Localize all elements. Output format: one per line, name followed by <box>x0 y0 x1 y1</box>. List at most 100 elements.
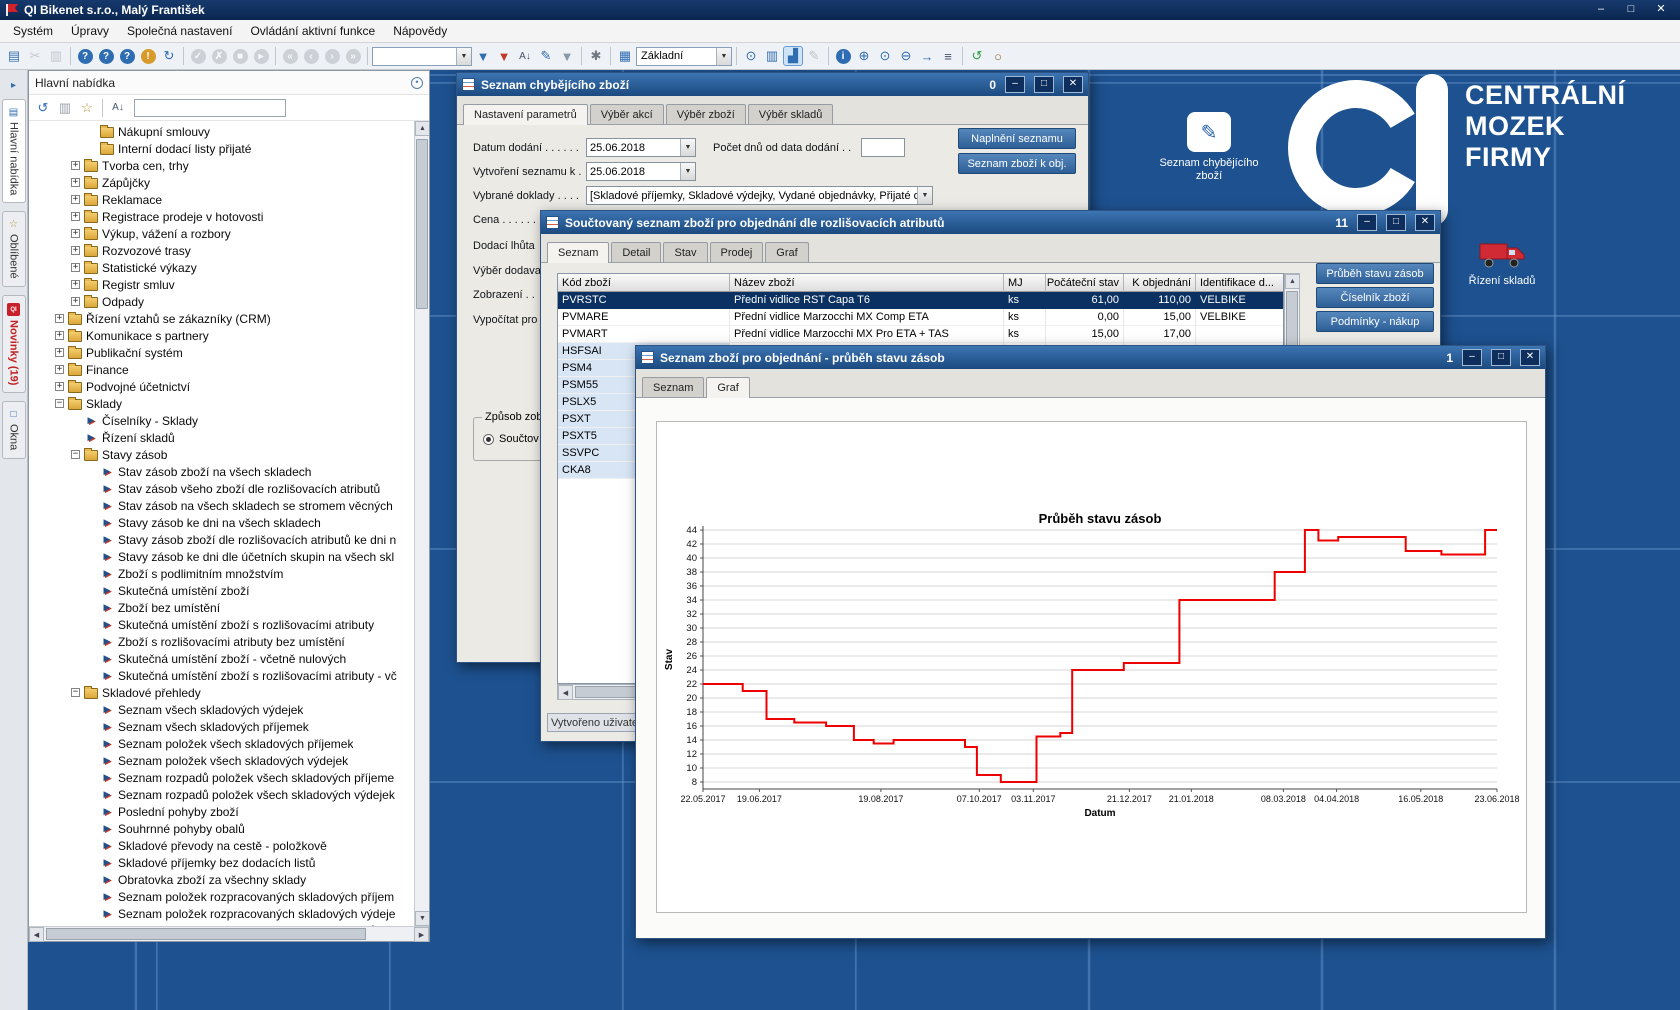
chevron-down-icon[interactable]: ▼ <box>456 48 471 65</box>
app-titlebar[interactable]: QI Bikenet s.r.o., Malý František – □ ✕ <box>0 0 1680 20</box>
detail-icon[interactable]: ▸ <box>251 46 271 66</box>
tree-item[interactable]: ▶Zboží s podlimitním množstvím <box>29 565 429 582</box>
collapse-icon[interactable]: − <box>71 450 80 459</box>
table-row[interactable]: PVMAREPřední vidlice Marzocchi MX Comp E… <box>558 309 1283 326</box>
pocet-dnu-input[interactable] <box>861 138 905 157</box>
chevron-down-icon[interactable]: ▼ <box>680 139 695 156</box>
column-header[interactable]: Počáteční stav <box>1046 274 1124 292</box>
last-record-icon[interactable]: » <box>343 46 363 66</box>
window1-tab-2[interactable]: Výběr zboží <box>666 104 746 124</box>
expand-icon[interactable]: + <box>71 280 80 289</box>
tree-item[interactable]: ▶Skladové převody na cestě - položkově <box>29 837 429 854</box>
podminky-nakup-button[interactable]: Podmínky - nákup <box>1316 311 1434 332</box>
tree-item[interactable]: ▶Stav zásob všeho zboží dle rozlišovacíc… <box>29 480 429 497</box>
chart-view-icon[interactable]: ▟ <box>783 46 803 66</box>
column-header[interactable]: Kód zboží <box>558 274 730 292</box>
maximize-button[interactable]: □ <box>1034 76 1054 93</box>
shortcut-seznam-chybejiciho-zbozi[interactable]: ✎ Seznam chybějícího zboží <box>1153 112 1265 183</box>
window2-titlebar[interactable]: Součtovaný seznam zboží pro objednání dl… <box>541 211 1440 234</box>
tree-search-input[interactable] <box>134 99 286 117</box>
column-header[interactable]: Název zboží <box>730 274 1004 292</box>
copy-icon[interactable]: ▥ <box>46 46 66 66</box>
collapse-icon[interactable]: − <box>71 688 80 697</box>
tree-item[interactable]: +Statistické výkazy <box>29 259 429 276</box>
tree-item[interactable]: ▶Seznam všech skladových příjemek <box>29 718 429 735</box>
scroll-left-icon[interactable]: ◀ <box>29 927 44 942</box>
tree-item[interactable]: ▶Seznam položek všech skladových výdejek <box>29 752 429 769</box>
tree-item[interactable]: −Stavy zásob <box>29 446 429 463</box>
print-icon[interactable]: ≡ <box>938 46 958 66</box>
tree-item[interactable]: ▶Zboží bez umístění <box>29 599 429 616</box>
tree-item[interactable]: ▶Skutečná umístění zboží - včetně nulový… <box>29 650 429 667</box>
favorites-star-icon[interactable]: ☆ <box>77 98 97 118</box>
expand-icon[interactable]: + <box>55 382 64 391</box>
info-icon[interactable]: i <box>833 46 853 66</box>
sync-icon[interactable]: ↺ <box>967 46 987 66</box>
news-bell-icon[interactable]: ! <box>138 46 158 66</box>
chevron-down-icon[interactable]: ▼ <box>680 163 695 180</box>
tree-item[interactable]: ▶Stavy zásob ke dni na všech skladech <box>29 514 429 531</box>
prubeh-stavu-zasob-button[interactable]: Průběh stavu zásob <box>1316 263 1434 284</box>
new-record-icon[interactable]: ▤ <box>4 46 24 66</box>
tree-item[interactable]: +Reklamace <box>29 191 429 208</box>
filter-settings-icon[interactable]: ▼ <box>557 46 577 66</box>
radio-selected-icon[interactable] <box>483 434 494 445</box>
tree-item[interactable]: ▶Obratovka zboží za všechny sklady <box>29 871 429 888</box>
window3-tab-0[interactable]: Seznam <box>642 377 704 397</box>
tree-item[interactable]: +Registr smluv <box>29 276 429 293</box>
quick-search-combo[interactable]: ▼ <box>372 47 472 66</box>
cancel-icon[interactable]: ✗ <box>209 46 229 66</box>
souctovany-radio[interactable]: Součtov <box>483 433 539 445</box>
expand-icon[interactable]: + <box>55 365 64 374</box>
tree-item[interactable]: ▶Poslední pohyby zboží <box>29 803 429 820</box>
sort-icon[interactable]: A↓ <box>515 46 535 66</box>
tree-item[interactable]: ▶Zboží s rozlišovacími atributy bez umís… <box>29 633 429 650</box>
menu-item-1[interactable]: Úpravy <box>62 21 118 41</box>
tree-item[interactable]: ▶Číselníky - Sklady <box>29 412 429 429</box>
filter-cancel-icon[interactable]: ▼ <box>494 46 514 66</box>
table-row[interactable]: PVMARTPřední vidlice Marzocchi MX Pro ET… <box>558 326 1283 343</box>
scrollbar-thumb[interactable] <box>46 928 366 940</box>
tree-item[interactable]: ▶Seznam položek rozpracovaných skladovýc… <box>29 888 429 905</box>
tree-item[interactable]: ▶Řízení skladů <box>29 429 429 446</box>
collapse-icon[interactable]: − <box>55 399 64 408</box>
datum-dodani-combo[interactable]: 25.06.2018 ▼ <box>586 138 696 157</box>
prev-record-icon[interactable]: ‹ <box>301 46 321 66</box>
tree-item[interactable]: −Skladové přehledy <box>29 684 429 701</box>
stop-icon[interactable]: ■ <box>230 46 250 66</box>
context-help-icon[interactable]: ? <box>96 46 116 66</box>
refresh-view-icon[interactable]: ↻ <box>159 46 179 66</box>
expand-icon[interactable]: + <box>71 246 80 255</box>
vybrane-doklady-combo[interactable]: [Skladové příjemky, Skladové výdejky, Vy… <box>586 186 933 205</box>
edit-view-icon[interactable]: ✎ <box>804 46 824 66</box>
window2-tab-2[interactable]: Stav <box>663 242 707 262</box>
sort-az-icon[interactable]: A↓ <box>108 98 128 118</box>
seznam-zbozi-k-obj-button[interactable]: Seznam zboží k obj. <box>958 153 1076 174</box>
table-row[interactable]: PVRSTCPřední vidlice RST Capa T6ks61,001… <box>558 292 1283 309</box>
chevron-down-icon[interactable]: ▼ <box>716 48 731 65</box>
tree-item[interactable]: +Řízení vztahů se zákazníky (CRM) <box>29 310 429 327</box>
tree-item[interactable]: ▶Stavy zásob ke dni dle účetních skupin … <box>29 548 429 565</box>
tree-item[interactable]: ▶Skutečná umístění zboží <box>29 582 429 599</box>
tree-item[interactable]: ▶Seznam rozpadů položek všech skladových… <box>29 769 429 786</box>
tree-item[interactable]: +Výkup, vážení a rozbory <box>29 225 429 242</box>
view-grid-icon[interactable]: ▦ <box>615 46 635 66</box>
tree-horizontal-scrollbar[interactable]: ◀ ▶ <box>29 926 429 941</box>
tree-item[interactable]: ▶Skladové příjemky bez dodacích listů <box>29 854 429 871</box>
web-view-icon[interactable]: ⊙ <box>741 46 761 66</box>
chevron-down-icon[interactable]: ▼ <box>917 187 932 204</box>
menu-item-4[interactable]: Nápovědy <box>384 21 456 41</box>
tree-item[interactable]: +Tvorba cen, trhy <box>29 157 429 174</box>
tree-item[interactable]: +Odpady <box>29 293 429 310</box>
vytvoreni-seznamu-combo[interactable]: 25.06.2018 ▼ <box>586 162 696 181</box>
close-button[interactable]: ✕ <box>1520 349 1540 366</box>
scroll-left-icon[interactable]: ◀ <box>558 685 573 700</box>
export-icon[interactable]: → <box>917 46 937 66</box>
expand-icon[interactable]: + <box>71 178 80 187</box>
expand-icon[interactable]: + <box>71 263 80 272</box>
scroll-up-icon[interactable]: ▲ <box>1285 274 1300 289</box>
column-header[interactable]: Identifikace d... <box>1196 274 1284 292</box>
scroll-up-icon[interactable]: ▲ <box>415 121 429 136</box>
column-header[interactable]: MJ <box>1004 274 1046 292</box>
app-close-button[interactable]: ✕ <box>1648 2 1674 18</box>
